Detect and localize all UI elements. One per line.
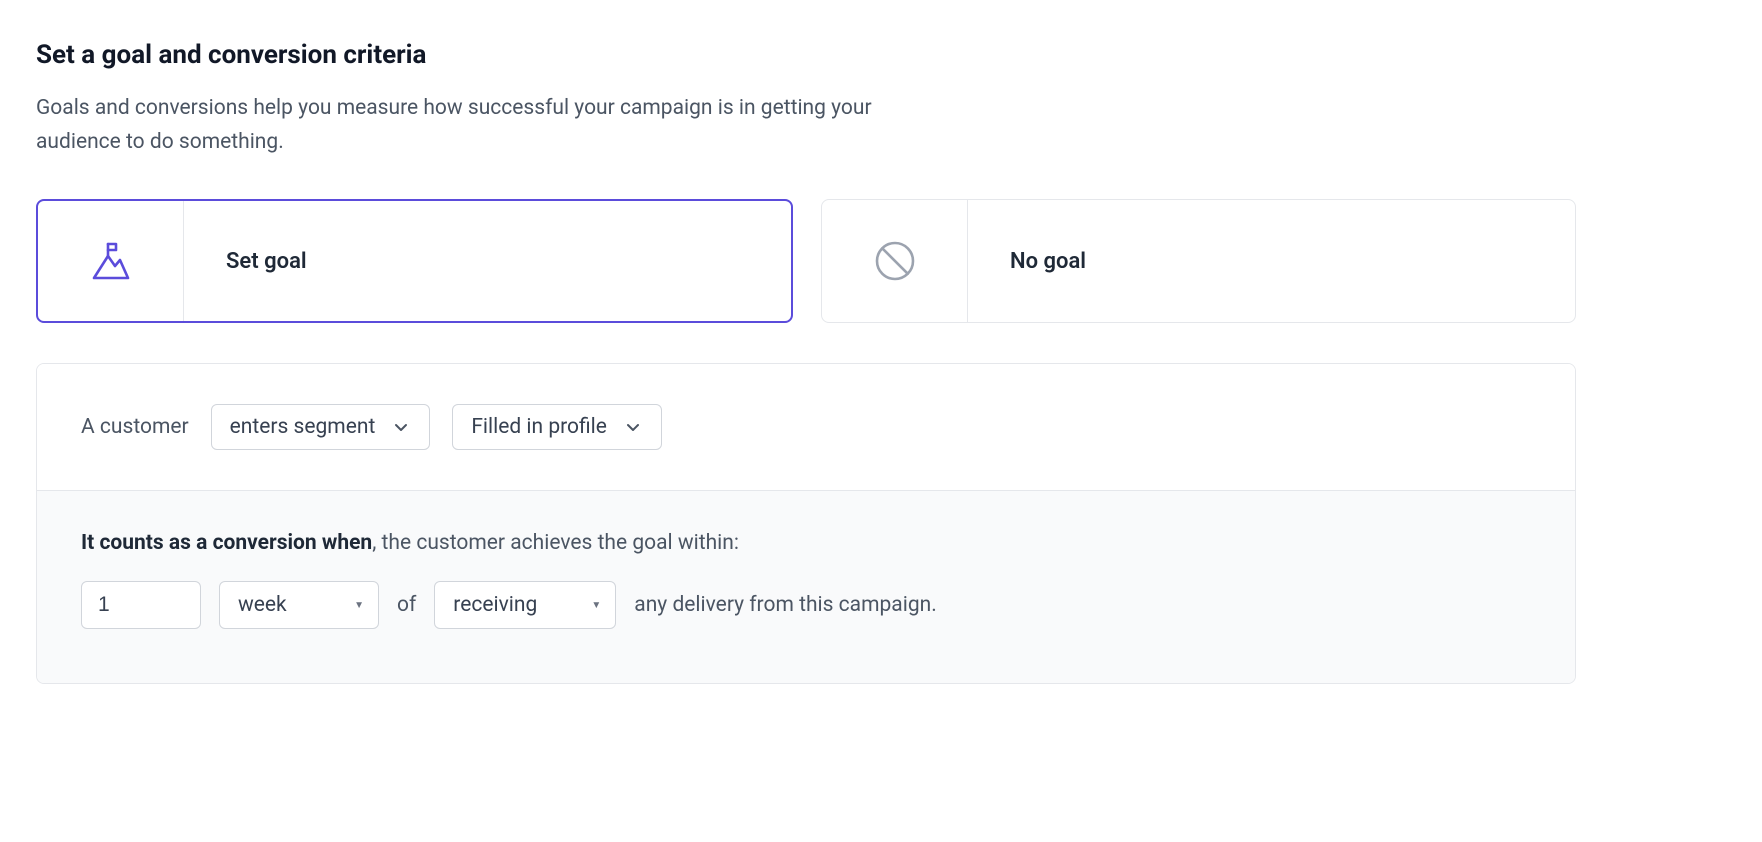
action-dropdown[interactable]: enters segment (211, 404, 431, 450)
chevron-down-icon (623, 417, 643, 437)
goal-config-panel: A customer enters segment Filled in prof… (36, 363, 1576, 684)
caret-down-icon: ▼ (591, 600, 601, 611)
card-icon-wrap (38, 201, 184, 321)
segment-dropdown[interactable]: Filled in profile (452, 404, 662, 450)
segment-dropdown-value: Filled in profile (471, 415, 607, 439)
event-value: receiving (453, 593, 537, 617)
goal-settings-container: Set a goal and conversion criteria Goals… (36, 40, 1576, 684)
goal-choice-row: Set goal No goal (36, 199, 1576, 323)
condition-prefix: A customer (81, 415, 189, 439)
conversion-trail: any delivery from this campaign. (634, 593, 936, 617)
section-title: Set a goal and conversion criteria (36, 40, 1576, 70)
caret-down-icon: ▼ (354, 600, 364, 611)
goal-condition-row: A customer enters segment Filled in prof… (37, 364, 1575, 490)
chevron-down-icon (391, 417, 411, 437)
section-description: Goals and conversions help you measure h… (36, 92, 956, 159)
time-unit-value: week (238, 593, 287, 617)
action-dropdown-value: enters segment (230, 415, 376, 439)
no-goal-label: No goal (968, 200, 1086, 322)
conversion-row: It counts as a conversion when, the cust… (37, 490, 1575, 683)
no-goal-card[interactable]: No goal (821, 199, 1576, 323)
conversion-lead-rest: , the customer achieves the goal within: (372, 531, 739, 555)
conversion-controls: week ▼ of receiving ▼ any delivery from … (81, 581, 1531, 629)
mountain-flag-icon (88, 238, 134, 284)
of-label: of (397, 593, 416, 617)
card-icon-wrap (822, 200, 968, 322)
conversion-amount-input[interactable] (81, 581, 201, 629)
no-goal-icon (872, 238, 918, 284)
set-goal-card[interactable]: Set goal (36, 199, 793, 323)
set-goal-label: Set goal (184, 201, 307, 321)
conversion-lead-bold: It counts as a conversion when (81, 531, 372, 555)
conversion-description: It counts as a conversion when, the cust… (81, 531, 1531, 555)
event-select[interactable]: receiving ▼ (434, 581, 616, 629)
time-unit-select[interactable]: week ▼ (219, 581, 379, 629)
